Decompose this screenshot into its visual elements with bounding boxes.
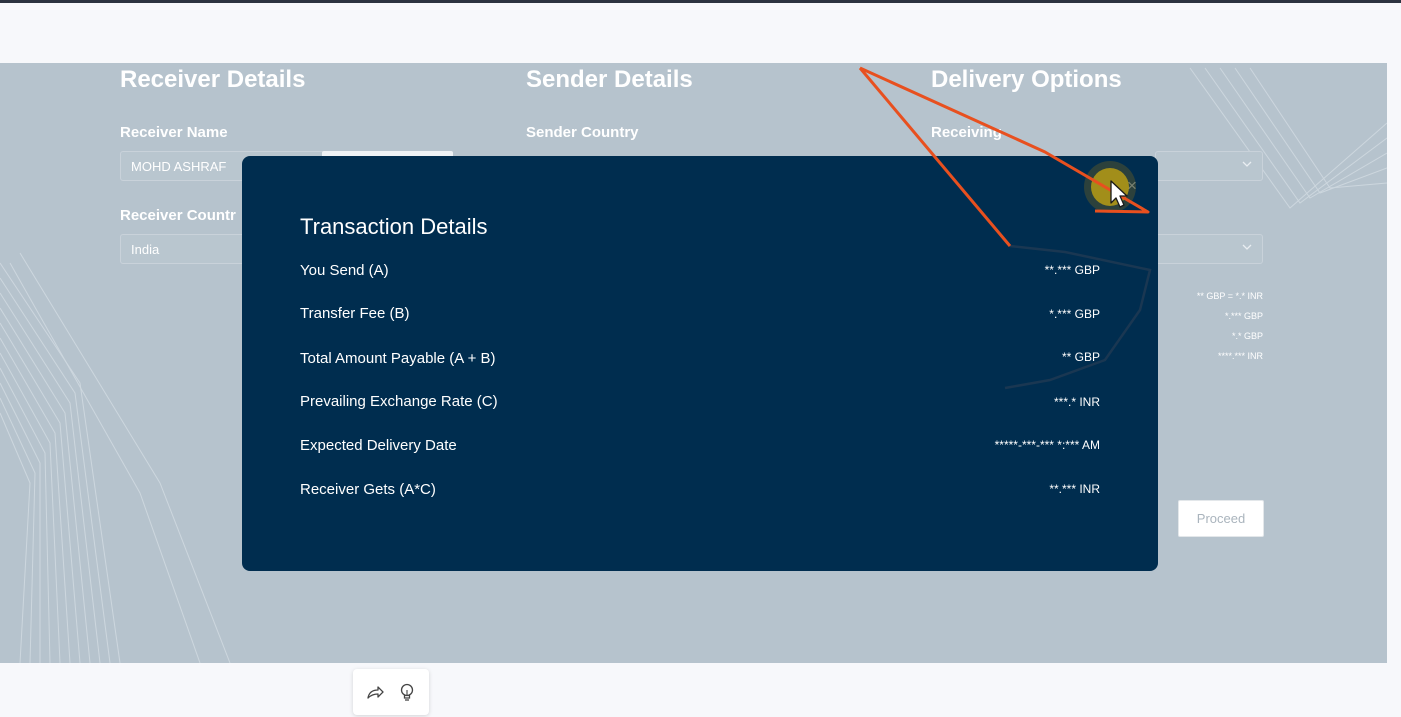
- share-icon[interactable]: [365, 682, 385, 702]
- receiver-name-value: MOHD ASHRAF: [131, 159, 227, 174]
- row-value-exchange-rate: ***.* INR: [1053, 395, 1100, 409]
- receiving-select[interactable]: [1155, 151, 1263, 181]
- row-value-receiver-gets: **.*** INR: [1049, 482, 1100, 496]
- sender-country-label: Sender Country: [526, 124, 639, 141]
- row-label-total-payable: Total Amount Payable (A + B): [300, 350, 496, 367]
- side-fee: *.* GBP: [1231, 331, 1263, 341]
- row-value-total-payable: ** GBP: [1061, 350, 1100, 364]
- row-value-you-send: **.*** GBP: [1044, 263, 1100, 277]
- delivery-options-title: Delivery Options: [931, 66, 1122, 93]
- close-icon[interactable]: ×: [1122, 176, 1142, 196]
- bottom-bar: [0, 663, 1401, 717]
- receiver-name-label: Receiver Name: [120, 124, 228, 141]
- row-value-delivery-date: *****-***-*** *:*** AM: [994, 438, 1100, 452]
- row-label-receiver-gets: Receiver Gets (A*C): [300, 481, 436, 498]
- row-label-delivery-date: Expected Delivery Date: [300, 437, 457, 454]
- chevron-down-icon: [1242, 242, 1252, 252]
- receiver-details-title: Receiver Details: [120, 66, 306, 93]
- receiving-label: Receiving: [931, 124, 1002, 141]
- transaction-details-modal: Transaction Details × You Send (A) **.**…: [242, 156, 1158, 571]
- receiver-country-label: Receiver Countr: [120, 207, 236, 224]
- proceed-button[interactable]: Proceed: [1178, 500, 1264, 537]
- receiver-country-field[interactable]: India: [120, 234, 245, 264]
- receiver-country-value: India: [131, 242, 160, 257]
- delivery-method-select[interactable]: [1155, 234, 1263, 264]
- row-label-you-send: You Send (A): [300, 262, 389, 279]
- floating-toolbar: [353, 669, 429, 715]
- modal-title: Transaction Details: [300, 214, 488, 239]
- row-value-transfer-fee: *.*** GBP: [1049, 307, 1100, 321]
- row-label-exchange-rate: Prevailing Exchange Rate (C): [300, 393, 498, 410]
- top-bar: [0, 0, 1401, 63]
- side-receive-amount: ****.*** INR: [1217, 351, 1263, 361]
- sender-details-title: Sender Details: [526, 66, 693, 93]
- chevron-down-icon: [1242, 159, 1252, 169]
- side-send-amount: *.*** GBP: [1224, 311, 1263, 321]
- lightbulb-icon[interactable]: [397, 682, 417, 702]
- side-exchange-rate: ** GBP = *.* INR: [1196, 291, 1263, 301]
- row-label-transfer-fee: Transfer Fee (B): [300, 305, 410, 322]
